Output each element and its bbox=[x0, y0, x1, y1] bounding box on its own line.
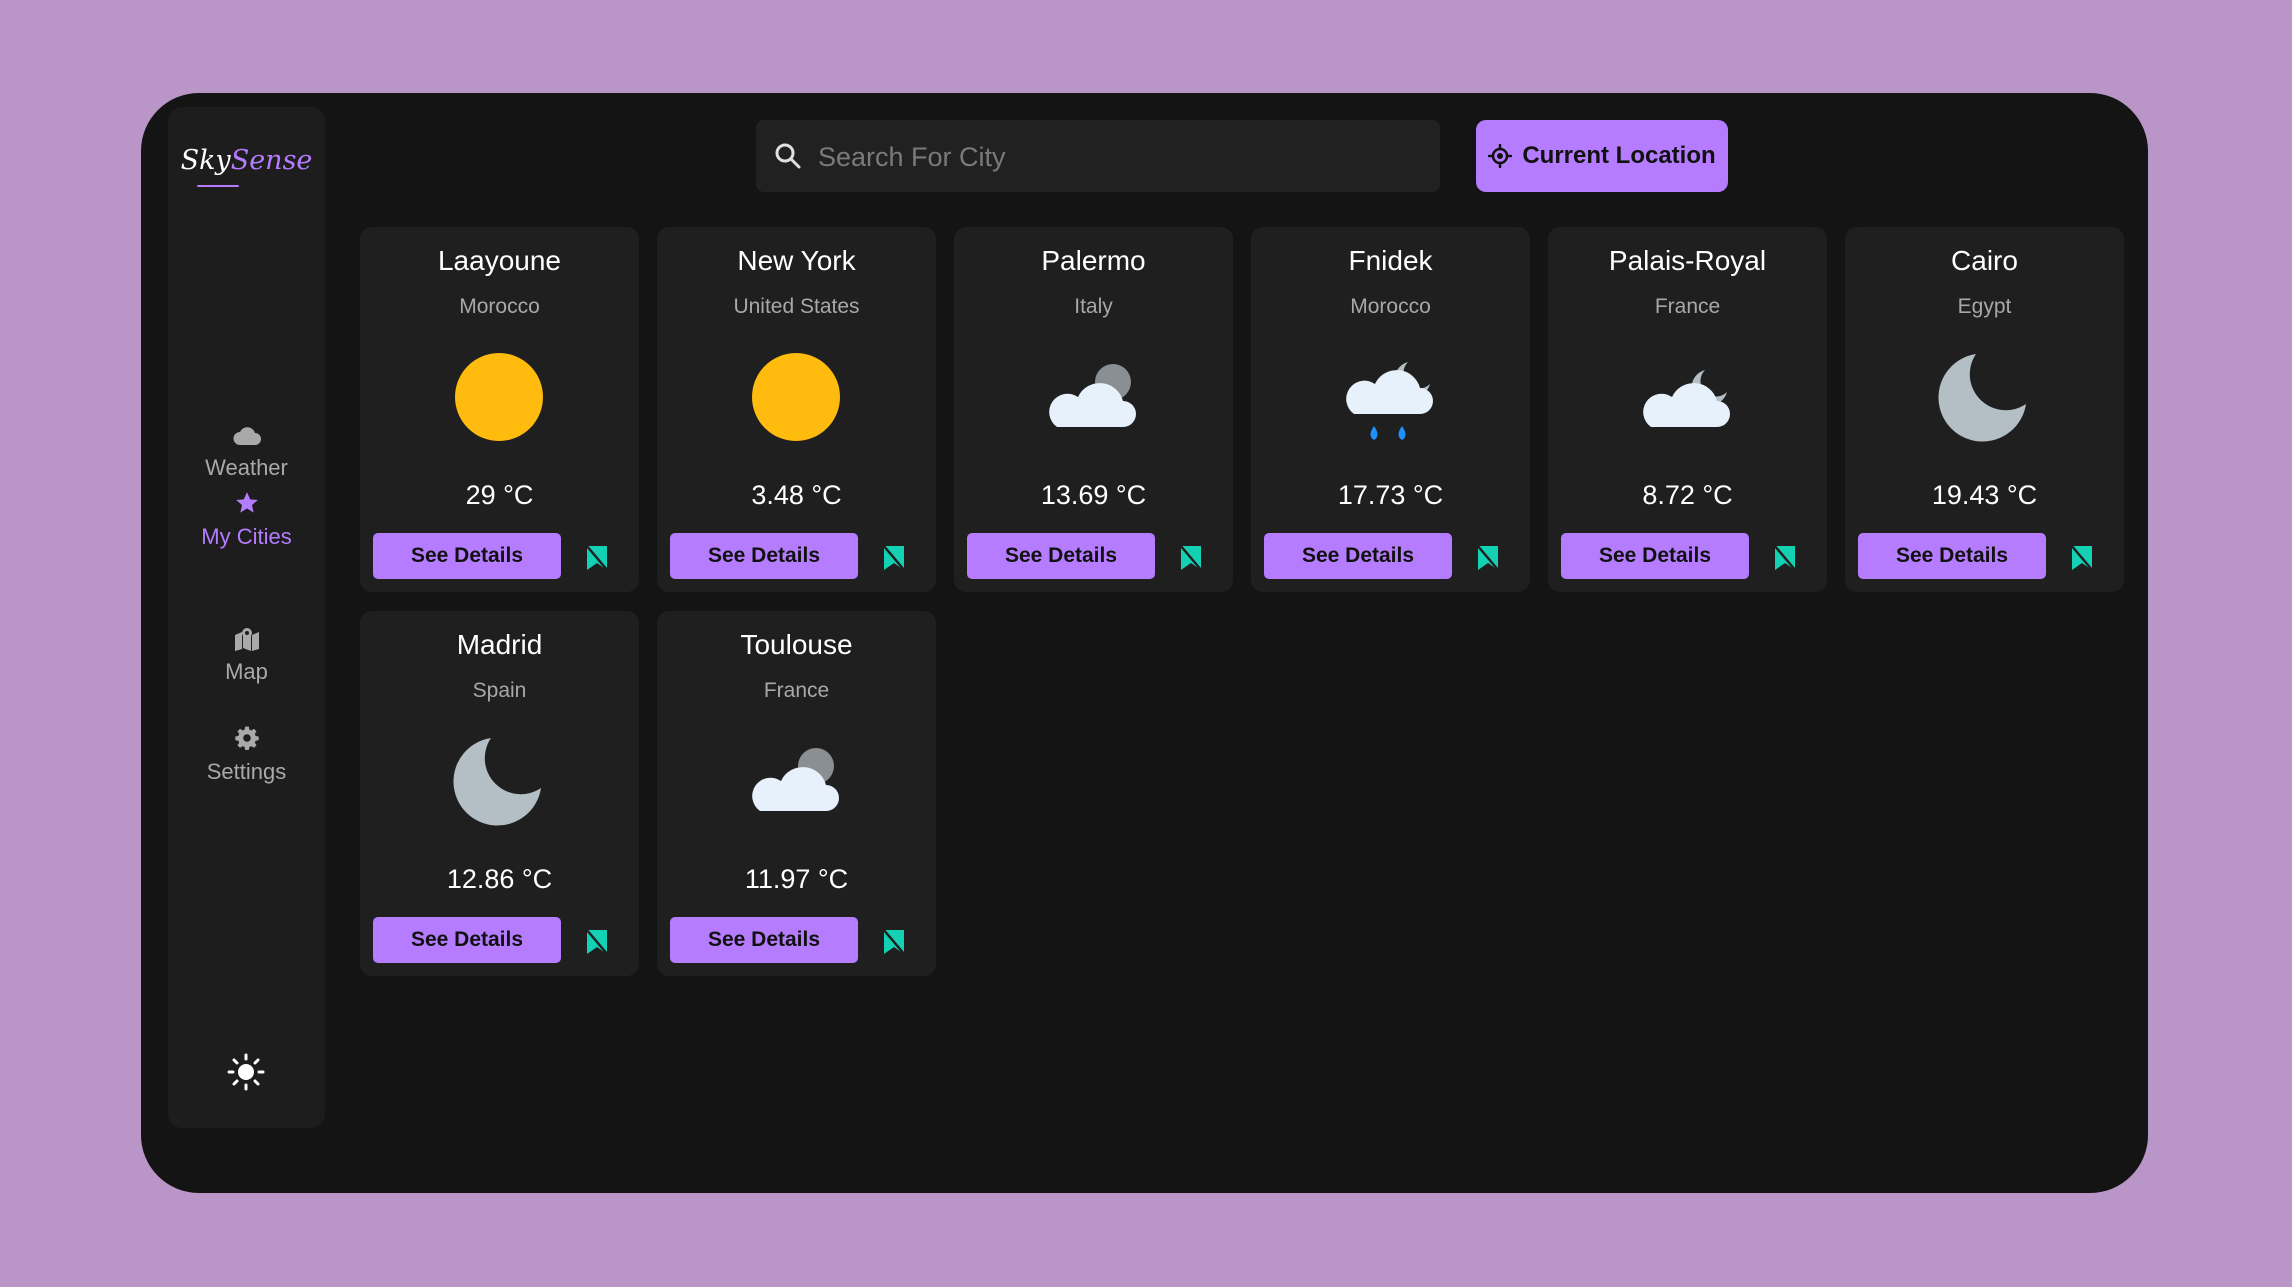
logo-text-sky: Sky bbox=[180, 145, 231, 176]
sun-icon bbox=[752, 353, 840, 441]
cloud-night-icon bbox=[752, 748, 839, 811]
city-name: Palais-Royal bbox=[1608, 245, 1767, 276]
country-name: Morocco bbox=[459, 295, 540, 318]
city-card: Toulouse France 11.97 °C See Details bbox=[657, 611, 936, 976]
temperature: 3.48 °C bbox=[751, 480, 842, 510]
country-name: Egypt bbox=[1957, 295, 2012, 318]
bookmark-icon[interactable] bbox=[880, 927, 908, 957]
bookmark-icon[interactable] bbox=[1177, 543, 1205, 573]
map-icon bbox=[234, 628, 259, 651]
city-name: Laayoune bbox=[437, 245, 561, 276]
current-location-label: Current Location bbox=[1522, 142, 1716, 169]
city-name: Cairo bbox=[1951, 245, 2018, 276]
search-icon bbox=[775, 143, 801, 169]
sun-icon[interactable] bbox=[227, 1053, 265, 1091]
city-name: Fnidek bbox=[1348, 245, 1433, 276]
app-window: SkySense Weather My Cities Map Settings … bbox=[141, 93, 2148, 1193]
sun-icon bbox=[455, 353, 543, 441]
city-card: Palermo Italy 13.69 °C See Details bbox=[954, 227, 1233, 592]
cloud-night-icon bbox=[1049, 364, 1136, 427]
city-name: Madrid bbox=[456, 629, 543, 660]
app-logo[interactable]: SkySense bbox=[168, 145, 325, 176]
moon-icon bbox=[453, 738, 541, 826]
city-card: New York United States 3.48 °C See Detai… bbox=[657, 227, 936, 592]
gear-icon bbox=[234, 726, 259, 751]
crosshair-icon bbox=[1488, 144, 1513, 168]
temperature: 8.72 °C bbox=[1642, 480, 1733, 510]
see-details-button[interactable]: See Details bbox=[670, 917, 858, 963]
bookmark-icon[interactable] bbox=[880, 543, 908, 573]
see-details-button[interactable]: See Details bbox=[373, 533, 561, 579]
rain-night-icon bbox=[1346, 362, 1433, 440]
see-details-button[interactable]: See Details bbox=[1561, 533, 1749, 579]
search-input[interactable] bbox=[816, 134, 1420, 180]
country-name: France bbox=[763, 679, 830, 702]
see-details-button[interactable]: See Details bbox=[1264, 533, 1452, 579]
city-card: Laayoune Morocco 29 °C See Details bbox=[360, 227, 639, 592]
country-name: Italy bbox=[1074, 295, 1113, 318]
city-name: New York bbox=[737, 245, 856, 276]
search-bar[interactable] bbox=[756, 120, 1440, 192]
country-name: Morocco bbox=[1350, 295, 1431, 318]
sidebar-item-weather[interactable]: Weather bbox=[168, 425, 325, 481]
country-name: United States bbox=[733, 295, 860, 318]
sidebar-item-label: Weather bbox=[205, 455, 288, 480]
logo-text-sense: Sense bbox=[230, 145, 313, 176]
temperature: 19.43 °C bbox=[1931, 480, 2038, 510]
sidebar-item-map[interactable]: Map bbox=[168, 627, 325, 685]
cloud-icon bbox=[233, 427, 261, 445]
country-name: Spain bbox=[472, 679, 527, 702]
current-location-button[interactable]: Current Location bbox=[1476, 120, 1728, 192]
bookmark-icon[interactable] bbox=[1771, 543, 1799, 573]
temperature: 11.97 °C bbox=[744, 864, 849, 894]
see-details-button[interactable]: See Details bbox=[1858, 533, 2046, 579]
city-card: Fnidek Morocco 17.73 °C See Details bbox=[1251, 227, 1530, 592]
see-details-button[interactable]: See Details bbox=[670, 533, 858, 579]
cloud-moon-icon bbox=[1643, 370, 1730, 427]
see-details-button[interactable]: See Details bbox=[373, 917, 561, 963]
sidebar-item-label: Settings bbox=[206, 759, 287, 784]
bookmark-icon[interactable] bbox=[2068, 543, 2096, 573]
bookmark-icon[interactable] bbox=[583, 543, 611, 573]
sidebar-item-settings[interactable]: Settings bbox=[168, 725, 325, 785]
temperature: 17.73 °C bbox=[1337, 480, 1444, 510]
temperature: 13.69 °C bbox=[1040, 480, 1147, 510]
logo-underline bbox=[197, 185, 239, 187]
see-details-button[interactable]: See Details bbox=[967, 533, 1155, 579]
star-icon bbox=[235, 492, 258, 513]
city-name: Toulouse bbox=[740, 629, 853, 660]
sidebar-item-label: Map bbox=[225, 659, 268, 684]
city-name: Palermo bbox=[1041, 245, 1146, 276]
sidebar: SkySense Weather My Cities Map Settings bbox=[168, 107, 325, 1128]
country-name: France bbox=[1654, 295, 1721, 318]
city-card: Madrid Spain 12.86 °C See Details bbox=[360, 611, 639, 976]
bookmark-icon[interactable] bbox=[1474, 543, 1502, 573]
city-card: Cairo Egypt 19.43 °C See Details bbox=[1845, 227, 2124, 592]
temperature: 29 °C bbox=[465, 480, 534, 510]
sidebar-item-my-cities[interactable]: My Cities bbox=[168, 490, 325, 550]
temperature: 12.86 °C bbox=[446, 864, 553, 894]
bookmark-icon[interactable] bbox=[583, 927, 611, 957]
city-card: Palais-Royal France 8.72 °C See Details bbox=[1548, 227, 1827, 592]
moon-icon bbox=[1938, 354, 2026, 442]
sidebar-item-label: My Cities bbox=[201, 524, 292, 549]
